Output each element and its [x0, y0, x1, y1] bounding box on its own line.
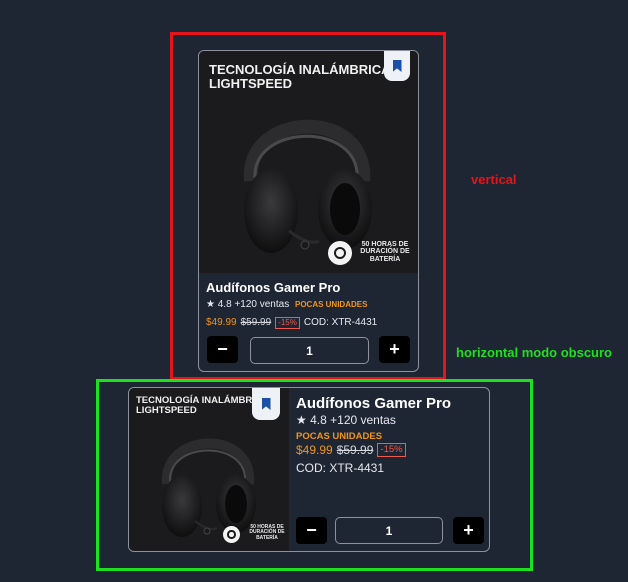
stock-badge: POCAS UNIDADES	[296, 431, 383, 442]
price: $49.99	[296, 443, 333, 457]
sku: COD: XTR-4431	[303, 317, 378, 329]
discount-badge: -15%	[377, 443, 406, 457]
rating-row: ★ 4.8 +120 ventas	[296, 413, 396, 427]
battery-badge: 50 HORAS DE DURACIÓN DE BATERÍA	[360, 241, 410, 263]
vertical-label: vertical	[471, 172, 517, 187]
product-title: Audífonos Gamer Pro	[296, 395, 452, 412]
bookmark-button[interactable]	[384, 51, 410, 81]
sales-count: +120 ventas	[330, 413, 396, 427]
sku: COD: XTR-4431	[296, 461, 385, 475]
old-price: $59.99	[336, 443, 374, 457]
star-icon: ★	[206, 299, 215, 310]
star-icon: ★	[296, 413, 307, 427]
product-card-horizontal: TECNOLOGÍA INALÁMBRICA LIGHTSPEED 50 HORA…	[128, 387, 490, 552]
rating-value: 4.8	[217, 299, 232, 310]
stock-badge: POCAS UNIDADES	[294, 300, 368, 309]
quantity-input[interactable]	[335, 517, 443, 544]
product-card-vertical: TECNOLOGÍA INALÁMBRICA LIGHTSPEED 50 HORA…	[198, 50, 419, 372]
price-row: $49.99 $59.99 -15% COD: XTR-4431	[206, 317, 377, 329]
price-row: $49.99 $59.99 -15%	[296, 443, 410, 457]
increase-quantity-button[interactable]: +	[379, 336, 410, 363]
quantity-input[interactable]	[250, 337, 369, 364]
discount-badge: -15%	[275, 317, 300, 329]
bookmark-icon	[392, 60, 402, 72]
logitech-g-logo	[223, 526, 240, 543]
battery-badge: 50 HORAS DE DURACIÓN DE BATERÍA	[249, 524, 285, 541]
sales-count: +120 ventas	[234, 299, 290, 310]
bookmark-icon	[261, 398, 271, 410]
horizontal-label: horizontal modo obscuro	[456, 345, 612, 360]
price: $49.99	[206, 317, 237, 329]
product-image[interactable]: TECNOLOGÍA INALÁMBRICA LIGHTSPEED 50 HORA…	[199, 51, 418, 273]
increase-quantity-button[interactable]: +	[453, 517, 484, 544]
rating-row: ★ 4.8 +120 ventas POCAS UNIDADES	[206, 299, 367, 310]
decrease-quantity-button[interactable]: −	[296, 517, 327, 544]
rating-value: 4.8	[310, 413, 327, 427]
image-headline: TECNOLOGÍA INALÁMBRICA LIGHTSPEED	[136, 395, 269, 416]
product-title: Audífonos Gamer Pro	[206, 280, 341, 295]
decrease-quantity-button[interactable]: −	[207, 336, 238, 363]
image-headline: TECNOLOGÍA INALÁMBRICA LIGHTSPEED	[209, 62, 391, 91]
logitech-g-logo	[328, 241, 352, 265]
bookmark-button[interactable]	[252, 388, 280, 420]
old-price: $59.99	[240, 317, 272, 329]
